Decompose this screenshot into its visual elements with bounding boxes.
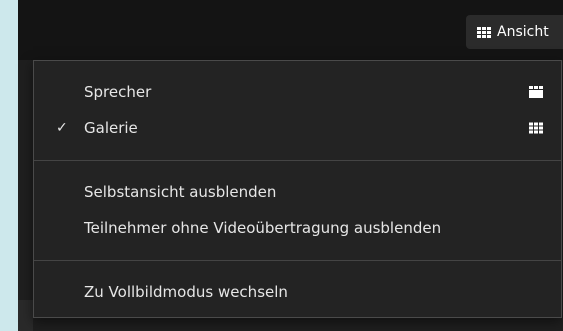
menu-item-speaker-view[interactable]: Sprecher — [34, 74, 561, 110]
menu-item-label: Sprecher — [84, 83, 152, 101]
speaker-layout-icon — [529, 86, 543, 98]
view-button-label: Ansicht — [497, 24, 549, 40]
gallery-grid-icon — [477, 26, 491, 38]
fullscreen-section: Zu Vollbildmodus wechseln — [34, 261, 561, 310]
view-button[interactable]: Ansicht — [466, 15, 563, 49]
window-edge — [18, 300, 33, 331]
check-icon: ✓ — [56, 120, 68, 136]
menu-item-hide-non-video[interactable]: Teilnehmer ohne Videoübertragung ausblen… — [34, 210, 561, 246]
menu-item-enter-fullscreen[interactable]: Zu Vollbildmodus wechseln — [34, 274, 561, 310]
gallery-grid-icon — [529, 122, 543, 134]
menu-item-label: Galerie — [84, 119, 138, 137]
menu-item-label: Selbstansicht ausblenden — [84, 183, 277, 201]
menu-item-label: Zu Vollbildmodus wechseln — [84, 283, 288, 301]
menu-item-hide-self-view[interactable]: Selbstansicht ausblenden — [34, 174, 561, 210]
layout-section: Sprecher ✓ Galerie — [34, 61, 561, 160]
menu-item-label: Teilnehmer ohne Videoübertragung ausblen… — [84, 219, 442, 237]
menu-item-gallery-view[interactable]: ✓ Galerie — [34, 110, 561, 146]
visibility-section: Selbstansicht ausblenden Teilnehmer ohne… — [34, 161, 561, 260]
view-menu: Sprecher ✓ Galerie Selbstansicht ausblen… — [33, 60, 562, 318]
